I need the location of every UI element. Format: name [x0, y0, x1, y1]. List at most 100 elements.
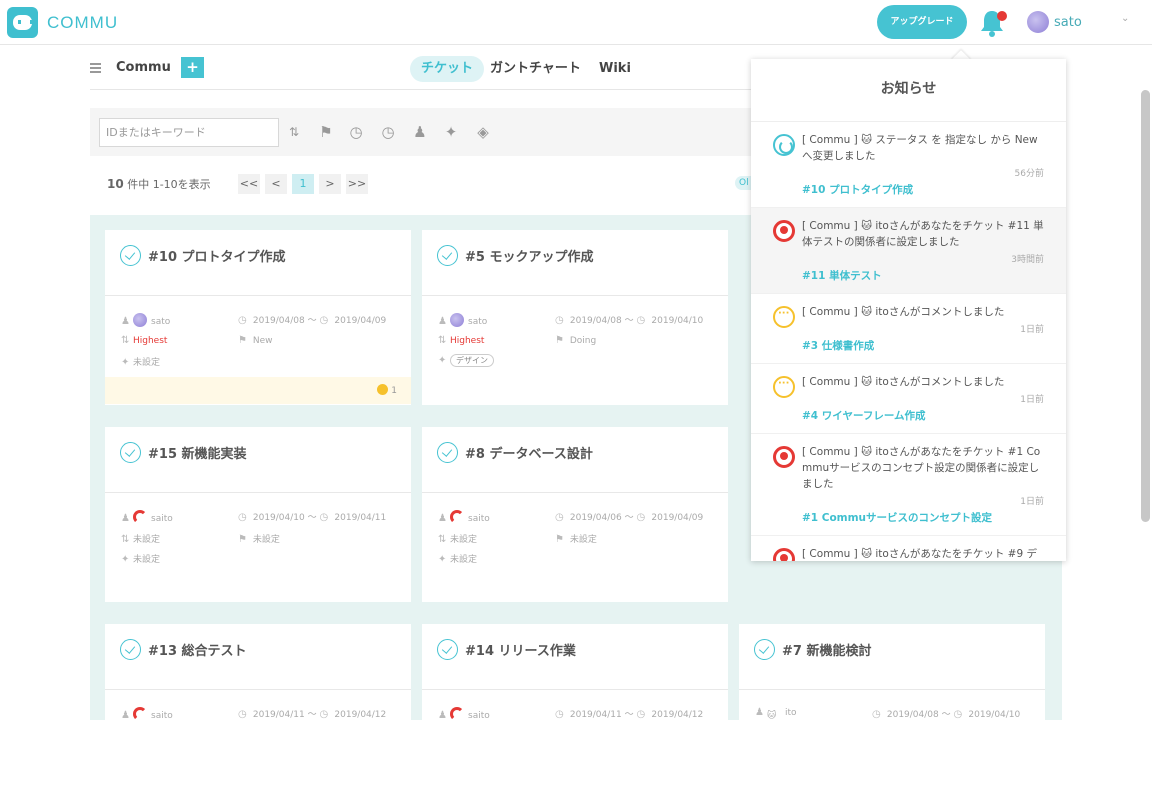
priority: ⇅ 未設定 [121, 534, 161, 545]
upgrade-button[interactable]: アップグレード [877, 5, 967, 39]
flag-icon: ⚑ [555, 534, 564, 545]
sort-icon[interactable]: ⇅ [284, 123, 304, 141]
notification-item[interactable]: [ Commu ] 🐱 itoさんがコメントしました 1日前 #4 ワイヤーフレ… [751, 364, 1066, 434]
calendar-icon: ◷ [319, 512, 329, 523]
flag-icon: ⚑ [238, 534, 247, 545]
app-name[interactable]: COMMU [47, 13, 118, 33]
status-icon[interactable]: ◈ [473, 123, 493, 141]
date-range: ◷ 2019/04/08 〜 ◷ 2019/04/10 [872, 709, 1021, 720]
hamburger-menu-icon[interactable] [90, 63, 101, 73]
commu-logo-icon[interactable] [7, 7, 38, 38]
ticket-title[interactable]: #8 データベース設計 [465, 443, 593, 462]
ticket-title[interactable]: #13 総合テスト [148, 640, 247, 659]
notification-item[interactable]: [ Commu ] 🐱 itoさんがあなたをチケット #1 Co mmuサービスの… [751, 434, 1066, 536]
avatar[interactable] [1027, 11, 1049, 33]
notification-item[interactable]: [ Commu ] 🐱 itoさんがあなたをチケット #9 デ [751, 536, 1066, 561]
tags: ✦ 未設定 [438, 554, 478, 565]
notification-item[interactable]: [ Commu ] 🐱 ステータス を 指定なし から New へ変更しました 5… [751, 122, 1066, 208]
comment-icon [377, 384, 389, 395]
date-range: ◷ 2019/04/08 〜 ◷ 2019/04/10 [555, 315, 704, 326]
notification-text: [ Commu ] 🐱 itoさんがあなたをチケット #9 デ [802, 548, 1037, 560]
tag-icon: ✦ [121, 357, 130, 368]
calendar-icon: ◷ [238, 512, 247, 523]
notification-text: [ Commu ] 🐱 itoさんがコメントしました [802, 306, 1005, 318]
due-date-icon[interactable]: ◷ [378, 123, 398, 141]
notification-item[interactable]: [ Commu ] 🐱 itoさんがコメントしました 1日前 #3 仕様書作成 [751, 294, 1066, 364]
notification-ticket-link[interactable]: #4 ワイヤーフレーム作成 [802, 408, 1044, 423]
notification-time: 1日前 [1020, 325, 1044, 335]
ticket-card[interactable]: #8 データベース設計 ♟ saito ◷ 2019/04/06 〜 ◷ 2019… [422, 427, 728, 602]
next-page-button[interactable]: > [319, 174, 341, 194]
first-page-button[interactable]: << [238, 174, 260, 194]
check-circle-icon[interactable] [437, 639, 458, 660]
check-circle-icon[interactable] [437, 442, 458, 463]
notification-ticket-link[interactable]: #1 Commuサービスのコンセプト設定 [802, 510, 1044, 525]
person-icon: ♟ [438, 710, 447, 721]
calendar-icon: ◷ [555, 709, 564, 720]
check-circle-icon[interactable] [754, 639, 775, 660]
check-circle-icon[interactable] [120, 639, 141, 660]
comment-icon [773, 376, 795, 398]
person-icon: ♟ [438, 513, 447, 524]
check-circle-icon[interactable] [120, 442, 141, 463]
tab-tickets[interactable]: チケット [410, 56, 485, 82]
chevron-down-icon[interactable]: ⌄ [1121, 13, 1129, 24]
notification-ticket-link[interactable]: #10 プロトタイプ作成 [802, 182, 1044, 197]
person-icon: ♟ [121, 710, 130, 721]
start-date-icon[interactable]: ◷ [346, 123, 366, 141]
ticket-title[interactable]: #7 新機能検討 [782, 640, 871, 659]
ticket-card[interactable]: #10 プロトタイプ作成 ♟ sato ◷ 2019/04/08 〜 ◷ 2019… [105, 230, 411, 405]
project-name[interactable]: Commu [116, 60, 171, 75]
tag-icon: ✦ [121, 554, 130, 565]
ticket-card[interactable]: #15 新機能実装 ♟ saito ◷ 2019/04/10 〜 ◷ 2019/0… [105, 427, 411, 602]
tab-wiki[interactable]: Wiki [588, 56, 642, 82]
add-ticket-button[interactable]: + [181, 57, 204, 78]
notification-item[interactable]: [ Commu ] 🐱 itoさんがあなたをチケット #11 単体テストの関係者… [751, 208, 1066, 294]
avatar [133, 510, 147, 524]
last-page-button[interactable]: >> [346, 174, 368, 194]
tag-icon: ✦ [438, 554, 447, 565]
sort-icon: ⇅ [438, 335, 447, 346]
status: ⚑ Doing [555, 335, 597, 346]
assignee: ♟ sato [438, 313, 487, 327]
search-input[interactable]: IDまたはキーワード [99, 118, 279, 147]
panel-title: お知らせ [751, 59, 1066, 122]
notification-panel: お知らせ [ Commu ] 🐱 ステータス を 指定なし から New へ変更し… [751, 59, 1066, 561]
ticket-title[interactable]: #5 モックアップ作成 [465, 246, 593, 265]
calendar-icon: ◷ [555, 512, 564, 523]
ticket-title[interactable]: #10 プロトタイプ作成 [148, 246, 286, 265]
check-circle-icon[interactable] [120, 245, 141, 266]
flag-icon[interactable]: ⚑ [316, 123, 336, 141]
assignee: ♟ saito [121, 707, 173, 721]
calendar-icon: ◷ [636, 512, 646, 523]
user-name[interactable]: sato [1054, 15, 1082, 30]
notification-ticket-link[interactable]: #11 単体テスト [802, 268, 1044, 283]
tab-gantt-chart[interactable]: ガントチャート [479, 56, 592, 82]
notification-dot [997, 11, 1007, 21]
check-circle-icon[interactable] [437, 245, 458, 266]
prev-page-button[interactable]: < [265, 174, 287, 194]
flag-icon: ⚑ [555, 335, 564, 346]
ticket-title[interactable]: #15 新機能実装 [148, 443, 247, 462]
ticket-card[interactable]: #13 総合テスト ♟ saito ◷ 2019/04/11 〜 ◷ 2019/0… [105, 624, 411, 799]
tag-icon[interactable]: ✦ [441, 123, 461, 141]
priority: ⇅ 未設定 [438, 534, 478, 545]
page-scrollbar[interactable] [1141, 90, 1150, 522]
card-footer: 1 [105, 377, 411, 404]
avatar [133, 313, 147, 327]
person-icon: ♟ [438, 316, 447, 327]
assignee: ♟ sato [121, 313, 170, 327]
notification-text: [ Commu ] 🐱 itoさんがあなたをチケット #11 単体テストの関係者… [802, 220, 1044, 248]
notification-time: 1日前 [1020, 395, 1044, 405]
page-1-button[interactable]: 1 [292, 174, 314, 194]
ticket-title[interactable]: #14 リリース作業 [465, 640, 576, 659]
ticket-card[interactable]: #14 リリース作業 ♟ saito ◷ 2019/04/11 〜 ◷ 2019/… [422, 624, 728, 799]
notification-ticket-link[interactable]: #3 仕様書作成 [802, 338, 1044, 353]
ticket-card[interactable]: #7 新機能検討 ♟ 🐱 ito ◷ 2019/04/08 〜 ◷ 2019/04/… [739, 624, 1045, 799]
assignee-icon[interactable]: ♟ [410, 123, 430, 141]
avatar [450, 707, 464, 721]
cat-avatar-icon: 🐱 [767, 711, 777, 721]
sort-icon: ⇅ [121, 534, 130, 545]
ticket-card[interactable]: #5 モックアップ作成 ♟ sato ◷ 2019/04/08 〜 ◷ 2019/… [422, 230, 728, 405]
comment-count: 1 [377, 384, 397, 396]
